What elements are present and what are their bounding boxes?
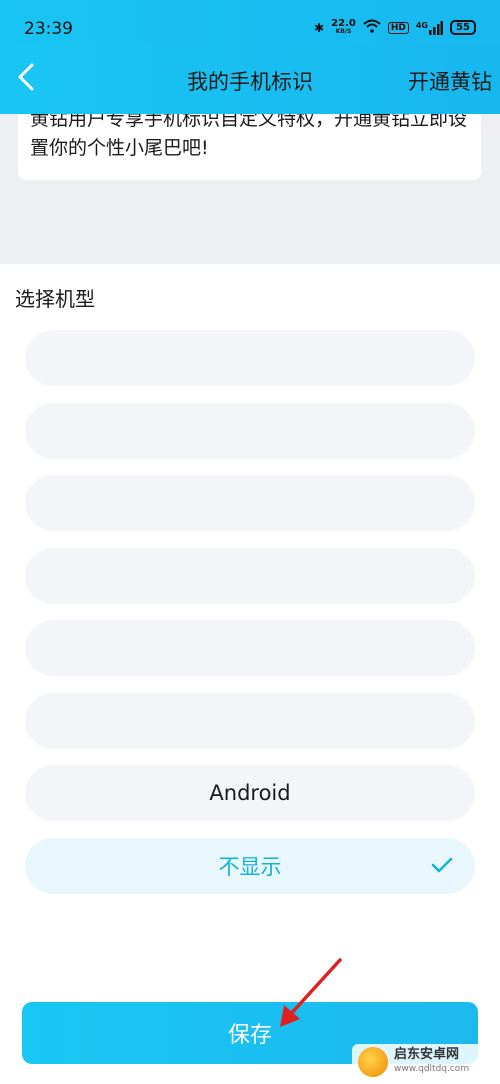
model-option-android[interactable]: Android (25, 765, 475, 821)
network-type: 4G (415, 20, 428, 30)
red-arrow-annotation (280, 958, 342, 1027)
watermark: 启东安卓网 www.qdltdq.com (352, 1044, 492, 1080)
model-option[interactable] (25, 620, 475, 676)
section-title: 选择机型 (15, 287, 95, 311)
promo-text: 黄钻用户专享手机标识自定义特权，开通黄钻立即设置你的个性小尾巴吧! (30, 114, 468, 159)
status-icons: ✱ 22.0 KB/S HD 4G 55 (314, 17, 476, 36)
model-options-list: Android 不显示 (25, 330, 475, 910)
battery-icon: 55 (450, 20, 476, 35)
wifi-icon (363, 19, 381, 36)
check-icon (431, 857, 453, 872)
model-option[interactable] (25, 402, 475, 459)
speed-value: 22.0 (331, 17, 356, 29)
watermark-name: 启东安卓网 (394, 1047, 460, 1062)
bluetooth-icon: ✱ (314, 20, 325, 35)
model-option[interactable] (25, 547, 475, 604)
model-option-hide[interactable]: 不显示 (25, 837, 475, 894)
speed-unit: KB/S (335, 27, 352, 35)
option-label: 不显示 (218, 854, 282, 879)
watermark-logo-icon (358, 1047, 388, 1077)
model-option[interactable] (25, 692, 475, 749)
signal-icon: 4G (415, 20, 443, 35)
status-bar: 23:39 ✱ 22.0 KB/S HD 4G 55 (0, 0, 500, 44)
status-time: 23:39 (24, 19, 73, 39)
nav-bar: 我的手机标识 开通黄钻 (0, 44, 500, 114)
model-option[interactable] (25, 475, 475, 531)
model-option[interactable] (25, 330, 475, 386)
hd-badge: HD (387, 21, 409, 34)
network-speed: 22.0 KB/S (331, 17, 356, 36)
watermark-url: www.qdltdq.com (394, 1064, 470, 1074)
save-label: 保存 (227, 1023, 272, 1048)
option-label: Android (209, 781, 291, 805)
promo-card: 黄钻用户专享手机标识自定义特权，开通黄钻立即设置你的个性小尾巴吧! (18, 114, 481, 180)
open-vip-button[interactable]: 开通黄钻 (408, 66, 492, 96)
